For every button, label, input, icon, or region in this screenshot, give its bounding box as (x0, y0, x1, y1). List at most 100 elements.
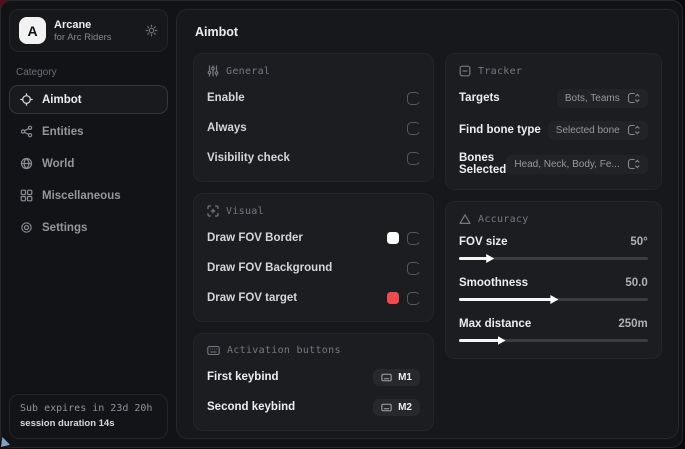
tracker-row-targets: Targets Bots, Teams (459, 88, 648, 108)
select-value: Bots, Teams (565, 93, 620, 104)
app-window: A Arcane for Arc Riders Category (0, 0, 683, 448)
grid-icon (20, 189, 33, 202)
card-title: Accuracy (478, 214, 529, 225)
select-label: Targets (459, 92, 557, 104)
sidebar-menu: Aimbot Entities (9, 85, 168, 242)
crosshair-icon (20, 93, 33, 106)
always-checkbox[interactable] (407, 122, 420, 135)
fov-background-checkbox[interactable] (407, 262, 420, 275)
main-area: Aimbot (176, 1, 683, 447)
toggle-row-always: Always (207, 118, 420, 138)
toggle-row-fov-background: Draw FOV Background (207, 258, 420, 278)
slider-thumb[interactable] (550, 295, 558, 304)
keyboard-icon (381, 373, 392, 382)
sidebar-item-label: Aimbot (42, 94, 82, 106)
sidebar-item-entities[interactable]: Entities (9, 117, 168, 146)
slider-group-fov-size: FOV size 50° (459, 236, 648, 263)
keyboard-icon (207, 345, 220, 356)
keybind-row-first: First keybind M1 (207, 367, 420, 387)
sidebar-item-world[interactable]: World (9, 149, 168, 178)
chevron-up-down-icon (627, 124, 640, 136)
accuracy-card: Accuracy FOV size 50° (445, 201, 662, 359)
visibility-check-checkbox[interactable] (407, 152, 420, 165)
visual-card: Visual Draw FOV Border Draw FOV Backgrou… (193, 193, 434, 322)
subscription-panel: Sub expires in 23d 20h session duration … (9, 394, 168, 439)
aimbot-panel: Aimbot (176, 9, 679, 439)
app-header: A Arcane for Arc Riders (9, 9, 168, 52)
toggle-row-fov-target: Draw FOV target (207, 288, 420, 308)
select-value: Selected bone (556, 125, 620, 136)
focus-icon (459, 65, 471, 77)
toggle-label: Enable (207, 92, 407, 104)
card-title: Activation buttons (227, 345, 341, 356)
slider-label: Max distance (459, 318, 618, 330)
sidebar-item-label: Entities (42, 126, 84, 138)
toggle-row-visibility-check: Visibility check (207, 148, 420, 168)
sidebar-item-label: Miscellaneous (42, 190, 121, 202)
find-bone-type-select[interactable]: Selected bone (548, 121, 648, 140)
bones-selected-select[interactable]: Head, Neck, Body, Fe... (506, 155, 647, 174)
toggle-label: Always (207, 122, 407, 134)
sidebar-item-settings[interactable]: Settings (9, 213, 168, 242)
globe-icon (20, 157, 33, 170)
keybind-row-second: Second keybind M2 (207, 397, 420, 417)
toggle-row-fov-border: Draw FOV Border (207, 228, 420, 248)
slider-value: 50.0 (625, 277, 647, 289)
targets-select[interactable]: Bots, Teams (557, 89, 648, 108)
fov-border-color-swatch[interactable] (387, 232, 399, 244)
gear-icon (20, 221, 33, 234)
chevron-up-down-icon (627, 158, 640, 170)
tracker-row-bones-selected: Bones Selected Head, Neck, Body, Fe... (459, 152, 648, 176)
slider-group-smoothness: Smoothness 50.0 (459, 277, 648, 304)
entities-icon (20, 125, 33, 138)
card-title: Tracker (478, 66, 522, 77)
sub-expiry-text: Sub expires in 23d 20h (20, 403, 157, 414)
fov-target-color-swatch[interactable] (387, 292, 399, 304)
sidebar-item-aimbot[interactable]: Aimbot (9, 85, 168, 114)
toggle-label: Visibility check (207, 152, 407, 164)
sidebar-item-label: Settings (42, 222, 87, 234)
slider-thumb[interactable] (498, 336, 506, 345)
select-value: Head, Neck, Body, Fe... (514, 159, 619, 170)
general-card: General Enable Always (193, 53, 434, 182)
first-keybind-button[interactable]: M1 (373, 369, 420, 386)
tracker-card: Tracker Targets Bots, Teams (445, 53, 662, 190)
select-label: Bones Selected (459, 152, 506, 176)
toggle-label: Draw FOV Background (207, 262, 407, 274)
activation-card: Activation buttons First keybind (193, 333, 434, 431)
fov-target-checkbox[interactable] (407, 292, 420, 305)
keybind-value: M1 (398, 372, 412, 383)
keybind-label: Second keybind (207, 401, 373, 413)
slider-group-max-distance: Max distance 250m (459, 318, 648, 345)
second-keybind-button[interactable]: M2 (373, 399, 420, 416)
card-title: General (226, 66, 270, 77)
fov-size-slider[interactable] (459, 253, 648, 263)
triangle-icon (459, 213, 471, 225)
smoothness-slider[interactable] (459, 294, 648, 304)
page-title: Aimbot (195, 25, 662, 39)
max-distance-slider[interactable] (459, 335, 648, 345)
screen: A Arcane for Arc Riders Category (0, 0, 685, 449)
session-duration-text: session duration 14s (20, 418, 157, 429)
tracker-row-find-bone-type: Find bone type Selected bone (459, 120, 648, 140)
sidebar-item-label: World (42, 158, 74, 170)
app-name: Arcane (54, 19, 112, 31)
slider-label: FOV size (459, 236, 630, 248)
keybind-label: First keybind (207, 371, 373, 383)
slider-thumb[interactable] (486, 254, 494, 263)
app-subtitle: for Arc Riders (54, 32, 112, 43)
sliders-icon (207, 65, 219, 77)
select-label: Find bone type (459, 124, 548, 136)
header-gear-icon[interactable] (145, 24, 158, 37)
slider-value: 50° (630, 236, 647, 248)
fov-border-checkbox[interactable] (407, 232, 420, 245)
chevron-up-down-icon (627, 92, 640, 104)
sidebar-item-miscellaneous[interactable]: Miscellaneous (9, 181, 168, 210)
category-label: Category (16, 67, 161, 78)
app-header-text: Arcane for Arc Riders (54, 19, 112, 43)
toggle-label: Draw FOV target (207, 292, 387, 304)
sidebar: A Arcane for Arc Riders Category (1, 1, 176, 447)
enable-checkbox[interactable] (407, 92, 420, 105)
toggle-row-enable: Enable (207, 88, 420, 108)
scan-eye-icon (207, 205, 219, 217)
